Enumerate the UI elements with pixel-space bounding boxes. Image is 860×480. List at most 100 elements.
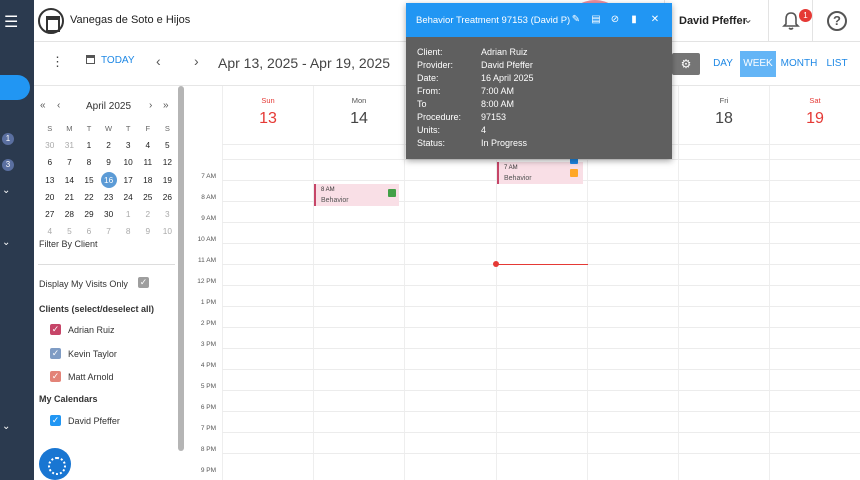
next-year-icon[interactable]: »: [163, 100, 169, 111]
mini-calendar-day[interactable]: 27: [40, 206, 60, 223]
mini-calendar-day[interactable]: 3: [118, 137, 138, 154]
mini-calendar-day[interactable]: 4: [40, 223, 60, 240]
mini-calendar-day[interactable]: 5: [158, 137, 178, 154]
add-appointment-button[interactable]: [39, 448, 71, 480]
mini-calendar-day[interactable]: 26: [158, 189, 178, 206]
calendar-event[interactable]: 8 AM Behavior: [314, 184, 399, 206]
document-icon[interactable]: ▤: [590, 14, 602, 26]
mini-calendar-day[interactable]: 7: [99, 223, 119, 240]
client-checkbox-matt-arnold[interactable]: ✓: [50, 371, 61, 382]
mini-calendar-day[interactable]: 21: [60, 189, 80, 206]
mini-calendar-day[interactable]: 10: [118, 154, 138, 171]
chevron-down-icon[interactable]: ⌄: [2, 421, 10, 432]
close-icon[interactable]: ✕: [649, 14, 661, 26]
view-month-button[interactable]: MONTH: [776, 51, 822, 77]
sidebar-scrollbar[interactable]: [178, 86, 184, 451]
day-column[interactable]: [587, 144, 588, 480]
hour-gridline: [222, 159, 860, 160]
day-name: Mon: [351, 96, 367, 105]
mini-calendar-day[interactable]: 24: [118, 189, 138, 206]
view-list-button[interactable]: LIST: [822, 51, 852, 77]
mini-calendar-day[interactable]: 8: [118, 223, 138, 240]
mini-calendar-day[interactable]: 4: [138, 137, 158, 154]
day-column[interactable]: [769, 144, 770, 480]
view-day-button[interactable]: DAY: [706, 51, 740, 77]
mini-calendar-day[interactable]: 8: [79, 154, 99, 171]
prev-year-icon[interactable]: «: [40, 100, 46, 111]
day-column[interactable]: [678, 144, 679, 480]
mini-calendar-day[interactable]: 28: [60, 206, 80, 223]
today-button[interactable]: TODAY: [86, 55, 135, 66]
prev-month-icon[interactable]: ‹: [57, 100, 60, 111]
cancel-icon[interactable]: ⊘: [609, 14, 621, 26]
mini-calendar-day[interactable]: 7: [60, 154, 80, 171]
hour-label: 7 PM: [200, 425, 216, 432]
event-details-popup: Behavior Treatment 97153 (David P) ✎ ▤ ⊘…: [406, 3, 672, 159]
user-menu[interactable]: David Pfeffer: [679, 15, 747, 27]
mini-calendar-day[interactable]: 9: [99, 154, 119, 171]
settings-button[interactable]: ⚙: [672, 53, 700, 75]
day-column[interactable]: [404, 144, 405, 480]
client-checkbox-kevin-taylor[interactable]: ✓: [50, 348, 61, 359]
mini-calendar-day[interactable]: 30: [99, 206, 119, 223]
help-icon[interactable]: ?: [827, 11, 847, 31]
day-column[interactable]: [222, 144, 223, 480]
view-week-button[interactable]: WEEK: [740, 51, 776, 77]
client-checkbox-adrian-ruiz[interactable]: ✓: [50, 324, 61, 335]
next-week-button[interactable]: ›: [194, 53, 199, 69]
day-column[interactable]: [496, 144, 497, 480]
mini-calendar-day[interactable]: 3: [158, 206, 178, 223]
mini-calendar-day[interactable]: 23: [99, 189, 119, 206]
display-my-visits-checkbox[interactable]: ✓: [138, 277, 149, 288]
mini-calendar-day[interactable]: 1: [79, 137, 99, 154]
hour-label: 2 PM: [200, 320, 216, 327]
mini-calendar-day[interactable]: 11: [138, 154, 158, 171]
day-header-sat[interactable]: Sat 19: [769, 86, 860, 144]
today-label: TODAY: [101, 55, 135, 66]
mini-calendar-day[interactable]: 6: [40, 154, 60, 171]
filter-by-client-link[interactable]: Filter By Client: [39, 239, 98, 249]
mini-calendar-day[interactable]: 30: [40, 137, 60, 154]
mini-calendar-day[interactable]: 16: [100, 171, 117, 188]
chevron-down-icon[interactable]: ⌄: [2, 237, 10, 248]
clients-heading[interactable]: Clients (select/deselect all): [39, 304, 154, 314]
mini-calendar-day[interactable]: 2: [99, 137, 119, 154]
mini-calendar-day[interactable]: 18: [138, 172, 158, 189]
mini-calendar-day[interactable]: 29: [79, 206, 99, 223]
mini-calendar-day[interactable]: 22: [79, 189, 99, 206]
rail-active-item[interactable]: [0, 75, 30, 100]
mini-calendar-day[interactable]: 15: [79, 172, 99, 189]
mini-calendar-day[interactable]: 13: [40, 172, 60, 189]
day-header-sun[interactable]: Sun 13: [222, 86, 313, 144]
mini-calendar-day[interactable]: 25: [138, 189, 158, 206]
company-logo-icon: [38, 8, 64, 34]
more-options-icon[interactable]: ⋮: [51, 54, 64, 70]
mini-calendar-day[interactable]: 31: [60, 137, 80, 154]
day-header-fri[interactable]: Fri 18: [678, 86, 769, 144]
mini-calendar-day[interactable]: 20: [40, 189, 60, 206]
menu-icon[interactable]: ☰: [4, 12, 18, 32]
mini-calendar-day[interactable]: 12: [158, 154, 178, 171]
mini-calendar-day[interactable]: 17: [118, 172, 138, 189]
chevron-down-icon[interactable]: ⌄: [2, 185, 10, 196]
mini-calendar-day[interactable]: 14: [60, 172, 80, 189]
mini-calendar-day[interactable]: 10: [158, 223, 178, 240]
mini-calendar-day[interactable]: 6: [79, 223, 99, 240]
mini-calendar-day[interactable]: 9: [138, 223, 158, 240]
mini-calendar-month: April 2025: [86, 101, 132, 112]
weekday-label: W: [105, 124, 113, 133]
bell-icon[interactable]: [782, 11, 800, 31]
prev-week-button[interactable]: ‹: [156, 53, 161, 69]
mini-calendar-day[interactable]: 19: [158, 172, 178, 189]
mini-calendar-day[interactable]: 5: [60, 223, 80, 240]
mini-calendar-day[interactable]: 2: [138, 206, 158, 223]
delete-icon[interactable]: ▮: [628, 14, 640, 26]
field-label: To: [417, 99, 427, 109]
day-header-mon[interactable]: Mon 14: [313, 86, 404, 144]
mini-calendar-day[interactable]: 1: [118, 206, 138, 223]
chevron-down-icon[interactable]: ⌄: [743, 12, 753, 26]
calendar-checkbox-david-pfeffer[interactable]: ✓: [50, 415, 61, 426]
edit-icon[interactable]: ✎: [570, 14, 582, 26]
next-month-icon[interactable]: ›: [149, 100, 152, 111]
field-label: Procedure:: [417, 112, 462, 122]
